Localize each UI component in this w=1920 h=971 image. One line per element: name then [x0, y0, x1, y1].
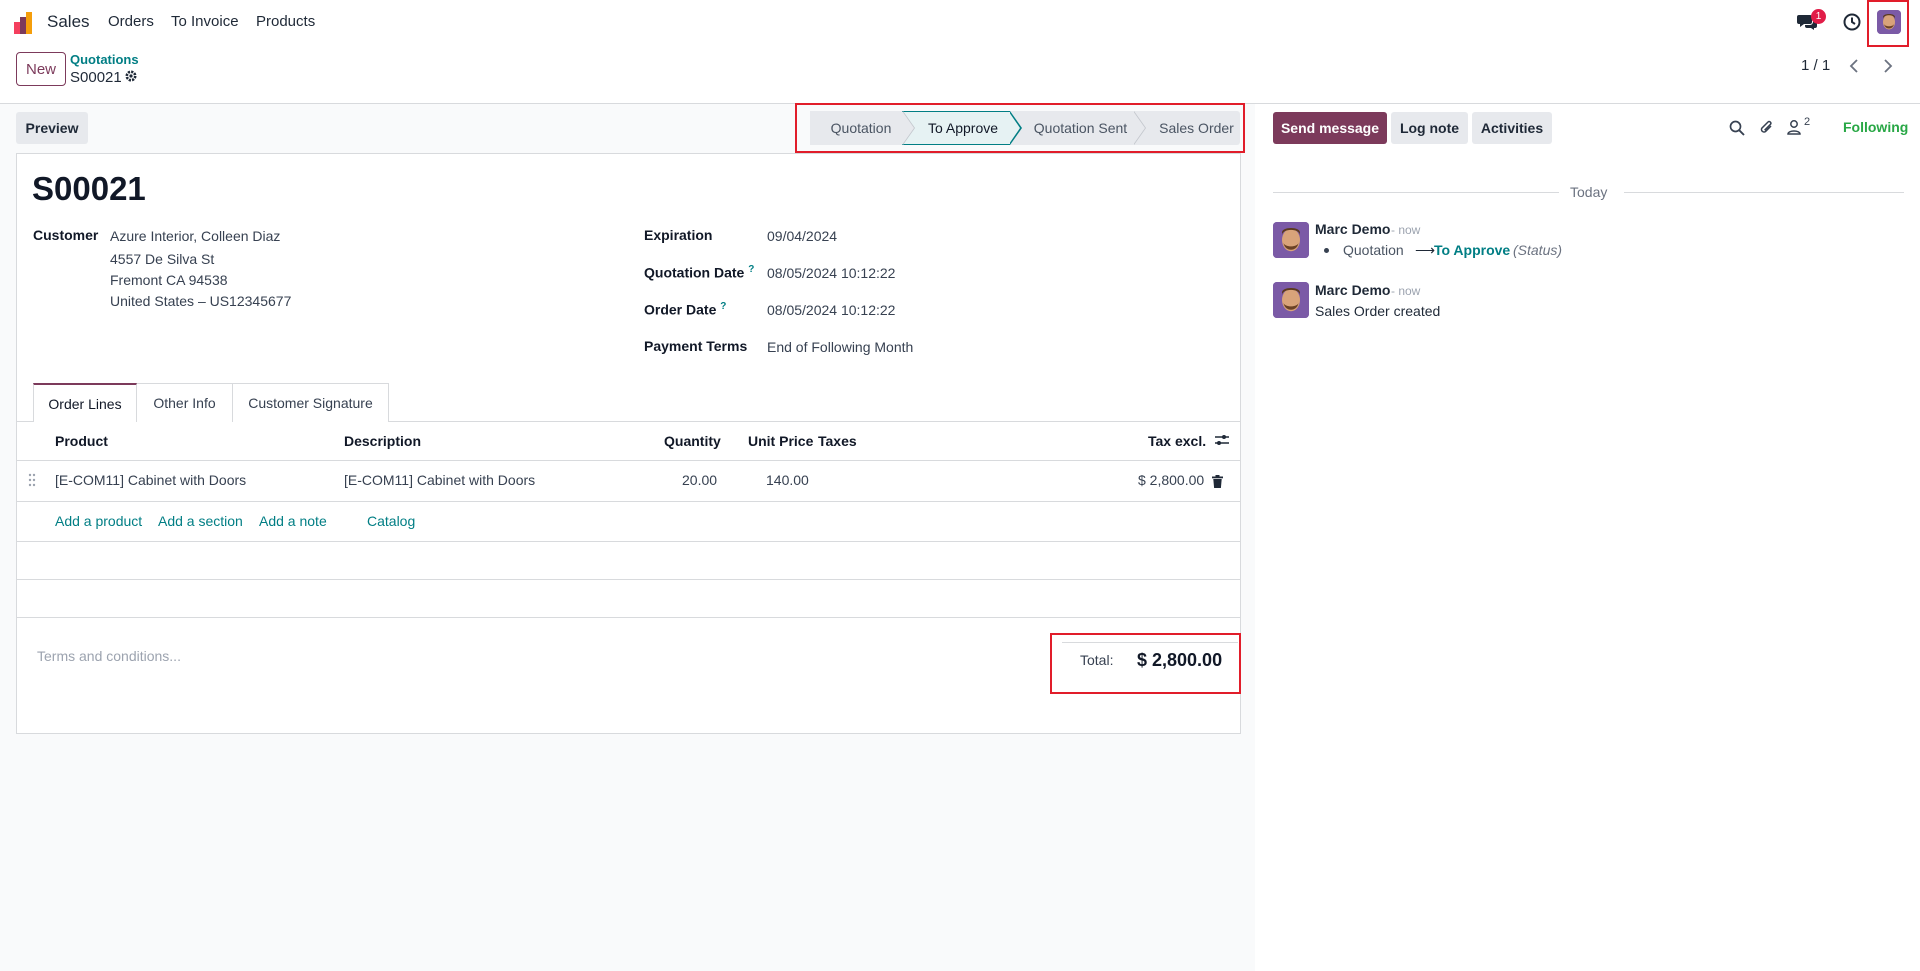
tracking-field-name: (Status): [1513, 242, 1563, 258]
total-label: Total:: [1080, 652, 1114, 668]
customer-name[interactable]: Azure Interior, Colleen Diaz: [110, 228, 280, 244]
stage-label: Quotation Sent: [1033, 120, 1128, 136]
gear-icon[interactable]: [124, 69, 138, 83]
customer-street: 4557 De Silva St: [110, 251, 215, 267]
column-unit-price[interactable]: Unit Price: [748, 433, 813, 449]
quotation-date-label-text: Quotation Date: [644, 264, 745, 281]
app-name[interactable]: Sales: [47, 12, 90, 32]
row-divider: [16, 541, 1241, 542]
customer-label: Customer: [33, 227, 99, 243]
row-divider: [16, 579, 1241, 580]
breadcrumb-current: S00021: [70, 69, 122, 86]
message-time: - now: [1391, 223, 1421, 237]
terms-conditions-field[interactable]: Terms and conditions...: [37, 648, 181, 664]
stage-label: To Approve: [927, 120, 999, 136]
column-taxes[interactable]: Taxes: [818, 433, 857, 449]
search-icon[interactable]: [1729, 120, 1745, 136]
date-separator: Today: [1570, 184, 1608, 200]
cell-subtotal: $ 2,800.00: [1138, 472, 1205, 488]
top-navbar: Sales Orders To Invoice Products 1: [0, 0, 1920, 43]
messages-badge: 1: [1811, 9, 1826, 24]
tab-customer-signature[interactable]: Customer Signature: [232, 383, 389, 422]
help-icon[interactable]: ?: [720, 301, 726, 312]
stage-label: Sales Order: [1159, 120, 1234, 136]
payment-terms-field[interactable]: End of Following Month: [767, 339, 913, 355]
row-divider: [16, 617, 1241, 618]
record-name: S00021: [32, 170, 146, 207]
message-author-avatar[interactable]: [1273, 222, 1309, 258]
customer-country-vat: United States – US12345677: [110, 293, 292, 309]
optional-columns-icon[interactable]: [1214, 433, 1230, 447]
tab-other-info[interactable]: Other Info: [137, 383, 233, 422]
user-avatar[interactable]: [1877, 10, 1901, 34]
add-section-link[interactable]: Add a section: [158, 513, 243, 529]
stage-quotation[interactable]: Quotation: [810, 111, 915, 145]
stage-to-approve[interactable]: To Approve: [902, 111, 1022, 145]
row-divider: [16, 501, 1241, 502]
stage-sales-order[interactable]: Sales Order: [1133, 111, 1240, 145]
column-subtotal[interactable]: Tax excl.: [1148, 433, 1206, 449]
date-separator-line: [1624, 192, 1904, 193]
column-quantity[interactable]: Quantity: [664, 433, 721, 449]
tracking-old-value: Quotation: [1343, 242, 1404, 258]
column-product[interactable]: Product: [55, 433, 108, 449]
message-time: - now: [1391, 284, 1421, 298]
activity-clock-icon[interactable]: [1843, 13, 1861, 31]
send-message-button[interactable]: Send message: [1273, 112, 1387, 144]
new-button[interactable]: New: [16, 52, 66, 86]
cell-description[interactable]: [E-COM11] Cabinet with Doors: [344, 472, 535, 488]
pager-value[interactable]: 1 / 1: [1801, 57, 1830, 74]
menu-products[interactable]: Products: [256, 13, 315, 30]
customer-city: Fremont CA 94538: [110, 272, 228, 288]
message-author-avatar[interactable]: [1273, 282, 1309, 318]
header-divider: [16, 460, 1241, 461]
menu-orders[interactable]: Orders: [108, 13, 154, 30]
pager-next-icon[interactable]: [1873, 54, 1901, 78]
message-author[interactable]: Marc Demo: [1315, 221, 1390, 237]
total-value: $ 2,800.00: [1137, 650, 1223, 670]
sales-app-icon[interactable]: [14, 12, 38, 34]
order-date-field[interactable]: 08/05/2024 10:12:22: [767, 302, 895, 318]
tracking-new-value: To Approve: [1434, 242, 1511, 258]
status-bar: Quotation To Approve Quotation Sent Sale…: [810, 111, 1240, 145]
tracking-bullet: [1324, 248, 1329, 253]
payment-terms-label: Payment Terms: [644, 338, 748, 354]
activities-button[interactable]: Activities: [1472, 112, 1552, 144]
preview-button[interactable]: Preview: [16, 112, 88, 144]
log-note-button[interactable]: Log note: [1391, 112, 1468, 144]
order-date-label: Order Date ?: [644, 301, 726, 318]
breadcrumb-quotations[interactable]: Quotations: [70, 52, 139, 67]
tracking-arrow-icon: ⟶: [1415, 242, 1436, 258]
order-date-label-text: Order Date: [644, 301, 717, 318]
cell-unit-price[interactable]: 140.00: [766, 472, 809, 488]
quotation-date-label: Quotation Date ?: [644, 264, 754, 281]
message-body: Sales Order created: [1315, 303, 1441, 319]
stage-quotation-sent[interactable]: Quotation Sent: [1010, 111, 1146, 145]
paperclip-icon[interactable]: [1759, 119, 1775, 136]
cell-quantity[interactable]: 20.00: [682, 472, 717, 488]
following-button[interactable]: Following: [1843, 119, 1908, 135]
followers-count: 2: [1804, 116, 1811, 128]
cell-product[interactable]: [E-COM11] Cabinet with Doors: [55, 472, 246, 488]
date-separator-line: [1273, 192, 1559, 193]
message-author[interactable]: Marc Demo: [1315, 282, 1390, 298]
column-description[interactable]: Description: [344, 433, 421, 449]
add-product-link[interactable]: Add a product: [55, 513, 142, 529]
menu-to-invoice[interactable]: To Invoice: [171, 13, 239, 30]
stage-label: Quotation: [830, 120, 892, 136]
trash-icon[interactable]: [1212, 475, 1223, 488]
catalog-link[interactable]: Catalog: [367, 513, 415, 529]
tab-order-lines[interactable]: Order Lines: [33, 383, 137, 422]
expiration-field[interactable]: 09/04/2024: [767, 228, 837, 244]
drag-handle-icon[interactable]: [28, 473, 36, 487]
pager-previous-icon[interactable]: [1841, 54, 1869, 78]
total-divider: [1062, 642, 1238, 643]
add-note-link[interactable]: Add a note: [259, 513, 327, 529]
help-icon[interactable]: ?: [748, 264, 754, 275]
expiration-label: Expiration: [644, 227, 713, 243]
followers-icon[interactable]: [1787, 119, 1801, 135]
quotation-date-field[interactable]: 08/05/2024 10:12:22: [767, 265, 895, 281]
